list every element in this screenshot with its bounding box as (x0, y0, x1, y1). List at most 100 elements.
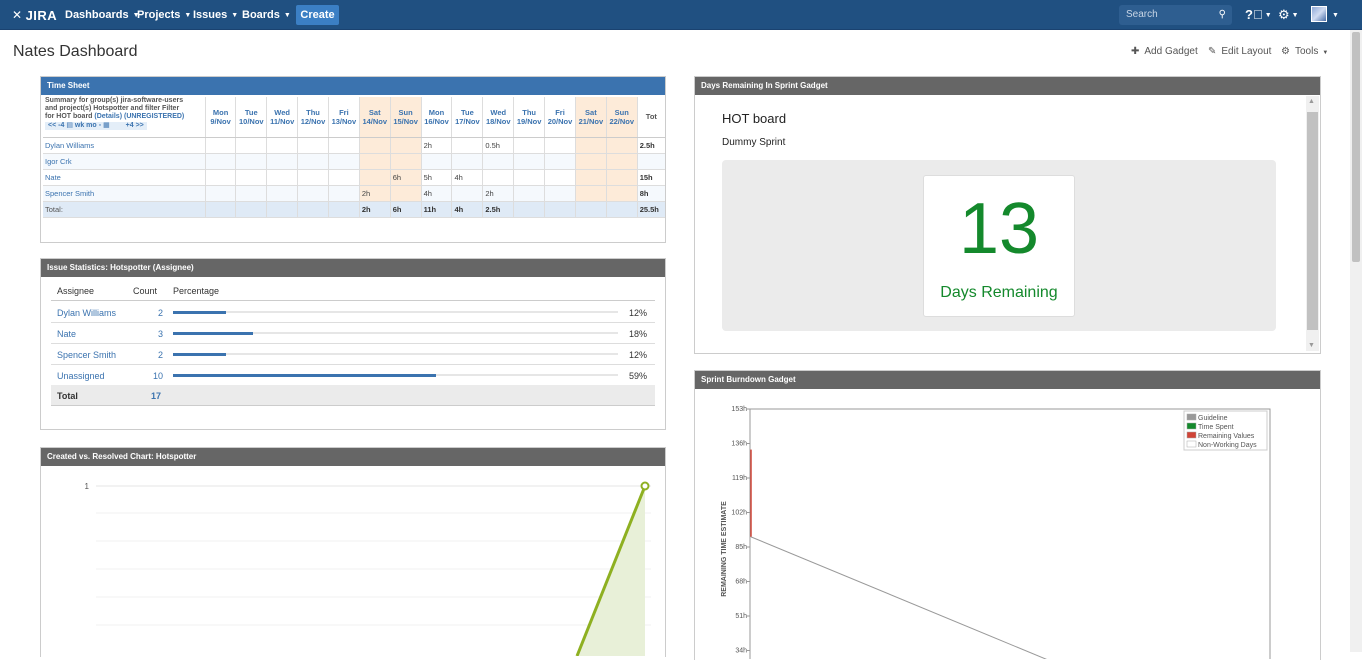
tools-menu[interactable]: ⚙ Tools ▼ (1281, 46, 1328, 57)
nav-issues-label: Issues (193, 9, 228, 21)
day-column-header: Sat 14/Nov (359, 97, 391, 138)
search-input[interactable]: Search ⚲ (1119, 5, 1232, 25)
legend-swatch (1186, 440, 1197, 448)
lock-icon[interactable]: ▫ (99, 122, 101, 129)
day-date: 9/Nov (210, 116, 231, 126)
row-total: 25.5h (637, 201, 665, 218)
issue-count-link[interactable]: 3 (143, 329, 163, 339)
assignee-link[interactable]: Nate (57, 329, 76, 339)
time-cell (421, 153, 453, 170)
user-menu-caret[interactable]: ▼ (1330, 0, 1339, 30)
user-link[interactable]: Nate (43, 169, 206, 186)
sprint-burndown-chart: REMAINING TIME ESTIMATE 153h 136h 119h 102h… (721, 406, 1271, 659)
y-tick-label: 153h (731, 406, 747, 413)
user-link[interactable]: Spencer Smith (43, 185, 206, 202)
nav-projects[interactable]: Projects ▼ (137, 0, 191, 30)
create-button[interactable]: Create (296, 5, 339, 25)
table-row: Nate 6h 5h 4h 15h (43, 169, 665, 186)
calendar-icon[interactable]: ▦ (103, 122, 110, 129)
calendar-icon[interactable]: ▤ (66, 122, 73, 129)
percentage-bar (173, 310, 618, 314)
assignee-link[interactable]: Dylan Williams (57, 308, 116, 318)
nav-issues[interactable]: Issues ▼ (193, 0, 238, 30)
time-cell (205, 169, 237, 186)
time-cell (328, 137, 360, 154)
next-period-link[interactable]: +4 >> (126, 122, 144, 129)
issue-statistics-title: Issue Statistics: Hotspotter (Assignee) (41, 259, 665, 277)
total-count[interactable]: 17 (151, 391, 161, 401)
scroll-down-icon[interactable]: ▼ (1308, 342, 1315, 349)
day-date: 22/Nov (609, 116, 635, 126)
issue-count-link[interactable]: 2 (143, 350, 163, 360)
nav-dashboards[interactable]: Dashboards ▼ (65, 0, 140, 30)
issue-count-link[interactable]: 10 (143, 371, 163, 381)
days-remaining-label: Days Remaining (940, 284, 1058, 301)
time-cell (328, 201, 360, 218)
issue-count-link[interactable]: 2 (143, 308, 163, 318)
days-remaining-card: 13 Days Remaining (923, 175, 1075, 317)
row-total: 15h (637, 169, 665, 186)
assignee-link[interactable]: Spencer Smith (57, 350, 116, 360)
legend-label: Guideline (1198, 415, 1228, 422)
page-scrollbar[interactable] (1350, 30, 1362, 652)
day-name: Wed (490, 107, 507, 117)
time-cell (266, 201, 299, 218)
time-cell (575, 153, 607, 170)
add-gadget-button[interactable]: ✚ Add Gadget (1131, 46, 1198, 57)
days-remaining-gadget: Days Remaining In Sprint Gadget HOT boar… (694, 76, 1321, 354)
gadget-scrollbar[interactable]: ▲ ▼ (1306, 96, 1319, 351)
edit-layout-button[interactable]: ✎ Edit Layout (1208, 46, 1271, 57)
help-icon: ?⃝ (1245, 7, 1263, 22)
y-tick-label: 119h (732, 475, 747, 482)
settings-menu[interactable]: ⚙ ▼ (1278, 0, 1299, 30)
day-name: Sun (398, 107, 413, 117)
time-cell: 6h (390, 201, 422, 218)
day-column-header: Sun 15/Nov (390, 97, 422, 138)
scrollbar-thumb[interactable] (1307, 112, 1318, 330)
percentage-bar-fill (173, 352, 227, 356)
help-menu[interactable]: ?⃝ ▼ (1245, 0, 1272, 30)
user-link[interactable]: Dylan Williams (43, 137, 206, 154)
details-link[interactable]: (Details) (94, 113, 122, 120)
col-assignee: Assignee (57, 286, 95, 296)
time-cell (205, 153, 237, 170)
time-cell: 4h (421, 185, 453, 202)
total-column-header: Tot (637, 97, 665, 138)
day-column-header: Wed 18/Nov (482, 97, 515, 138)
page-scrollbar-thumb[interactable] (1352, 32, 1360, 262)
day-name: Thu (522, 107, 537, 117)
jira-logo-text: JIRA (25, 7, 58, 23)
legend-label: Non-Working Days (1198, 442, 1257, 449)
scroll-up-icon[interactable]: ▲ (1308, 98, 1315, 105)
nav-boards[interactable]: Boards ▼ (242, 0, 291, 30)
jira-logo[interactable]: ✕ JIRA (12, 7, 57, 23)
unregistered-link[interactable]: (UNREGISTERED) (124, 113, 184, 120)
table-row: Igor Crk (43, 153, 665, 170)
time-cell: 5h (421, 169, 453, 186)
y-tick-label: 102h (731, 510, 747, 517)
day-name: Tue (461, 107, 474, 117)
time-cell (390, 137, 422, 154)
time-cell (606, 201, 638, 218)
nav-boards-label: Boards (242, 9, 280, 21)
summary-text: for HOT board (45, 113, 93, 120)
user-avatar[interactable] (1311, 6, 1327, 22)
week-month-toggle[interactable]: wk mo (75, 122, 97, 129)
timesheet-gadget: Time Sheet Summary for group(s) jira-sof… (40, 76, 666, 243)
time-cell (266, 137, 299, 154)
data-point[interactable] (640, 481, 650, 491)
time-cell (328, 169, 360, 186)
prev-period-link[interactable]: << -4 (48, 122, 64, 129)
time-cell (266, 153, 299, 170)
plus-icon: ✚ (1131, 46, 1140, 57)
y-tick-label: 51h (735, 613, 747, 620)
time-cell (205, 137, 237, 154)
sprint-name: Dummy Sprint (722, 137, 786, 148)
time-cell (297, 153, 329, 170)
time-cell (575, 137, 607, 154)
assignee-link[interactable]: Unassigned (57, 371, 105, 381)
col-percentage: Percentage (173, 286, 220, 296)
summary-text: Summary for group(s) jira-software-users (45, 97, 184, 104)
user-link[interactable]: Igor Crk (43, 153, 206, 170)
time-cell (297, 137, 329, 154)
